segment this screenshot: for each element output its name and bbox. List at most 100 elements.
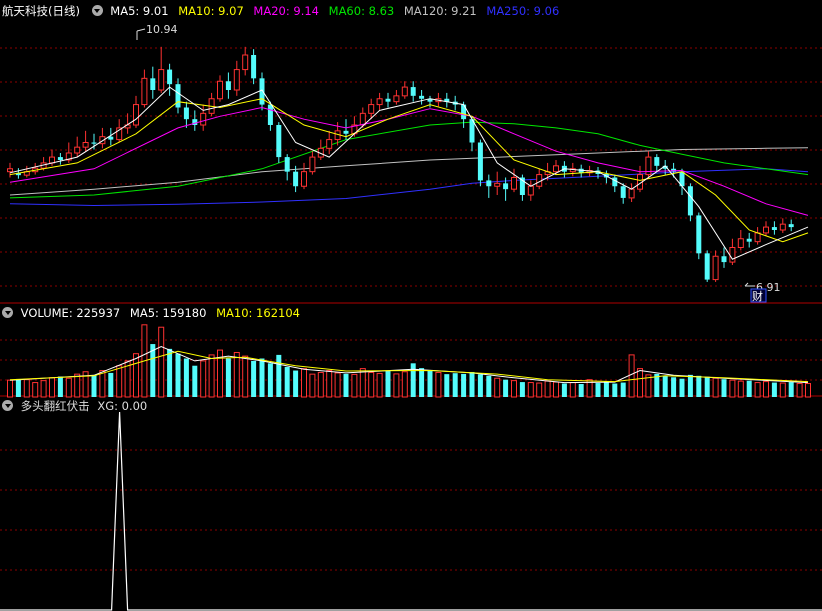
volume-bar-up <box>754 382 761 398</box>
candle-body-down <box>654 157 660 166</box>
volume-bar-down <box>167 348 173 397</box>
candle-body-up <box>49 156 55 164</box>
candle-body-up <box>309 156 316 173</box>
volume-bar-up <box>32 382 39 398</box>
candle-body-up <box>527 185 534 196</box>
volume-bar-down <box>696 375 702 397</box>
volume-bar-down <box>469 371 475 397</box>
candle-body-up <box>376 98 383 106</box>
volume-bar-down <box>293 370 299 397</box>
candle-body-down <box>150 78 156 90</box>
candle-body-up <box>74 146 81 154</box>
volume-bar-up <box>65 377 72 398</box>
candle-body-down <box>788 224 794 228</box>
volume-bar-down <box>192 365 198 397</box>
volume-bar-down <box>704 376 710 397</box>
volume-bar-down <box>452 373 458 397</box>
volume-bar-up <box>351 373 358 398</box>
volume-bar-down <box>519 382 525 397</box>
candle-body-down <box>721 256 727 263</box>
volume-bar-down <box>595 383 601 397</box>
candle-body-down <box>419 95 425 99</box>
volume-bar-up <box>729 379 736 398</box>
volume-bar-down <box>444 374 450 397</box>
candle-body-down <box>267 104 273 125</box>
candle-body-up <box>628 188 635 199</box>
volume-bar-down <box>486 375 492 397</box>
volume-bar-up <box>301 368 307 398</box>
volume-bar-up <box>494 377 501 398</box>
high-price-label: 10.94 <box>146 23 178 36</box>
candle-body-down <box>183 107 189 120</box>
volume-bar-down <box>679 378 685 397</box>
candle-body-up <box>133 104 139 126</box>
candle-body-down <box>276 125 282 158</box>
candle-body-down <box>704 253 710 280</box>
candle-body-down <box>771 227 777 230</box>
candle-body-down <box>259 78 265 105</box>
candle-body-down <box>477 142 483 181</box>
volume-bar-down <box>671 377 677 397</box>
volume-bar-down <box>721 379 727 397</box>
volume-bar-down <box>427 371 433 397</box>
candle-body-down <box>251 55 257 79</box>
candle-body-down <box>284 157 290 172</box>
volume-bar-up <box>763 381 769 398</box>
volume-bar-down <box>150 344 156 397</box>
candle-body-up <box>393 95 400 103</box>
volume-bar-up <box>133 353 139 398</box>
candle-body-down <box>57 157 63 160</box>
volume-bar-up <box>628 354 635 398</box>
volume-bar-down <box>662 375 668 397</box>
candle-body-up <box>7 168 13 173</box>
candle-body-up <box>82 142 89 148</box>
volume-bars <box>7 324 811 398</box>
volume-bar-down <box>620 382 626 397</box>
volume-bar-up <box>712 377 719 398</box>
volume-bar-up <box>242 355 249 398</box>
volume-bar-up <box>401 371 408 398</box>
volume-bar-down <box>578 384 584 397</box>
volume-bar-up <box>435 371 442 398</box>
volume-bar-down <box>385 371 391 397</box>
candle-body-up <box>494 182 501 187</box>
volume-bar-up <box>569 382 576 398</box>
candle-body-down <box>746 238 752 242</box>
volume-bar-up <box>553 381 559 398</box>
volume-bar-up <box>511 380 517 398</box>
candle-body-up <box>200 112 207 126</box>
finance-badge[interactable]: 财 <box>752 289 763 303</box>
volume-bar-down <box>259 358 265 397</box>
volume-bar-up <box>200 360 207 398</box>
indicator-line <box>0 411 822 611</box>
volume-bar-down <box>343 373 349 397</box>
kline-chart[interactable]: 10.94 6.91 财 <box>0 0 822 611</box>
volume-bar-up <box>309 373 316 398</box>
volume-bar-up <box>805 383 811 398</box>
volume-bar-up <box>116 365 123 398</box>
volume-bar-up <box>368 371 375 398</box>
volume-bar-up <box>359 368 366 398</box>
volume-bar-down <box>284 366 290 397</box>
volume-bar-down <box>108 372 114 397</box>
volume-bar-up <box>334 372 341 398</box>
volume-bar-down <box>57 376 63 397</box>
short-moving-average-lines <box>9 86 809 260</box>
volume-bar-up <box>527 382 534 398</box>
candle-body-down <box>486 180 492 187</box>
candle-body-down <box>620 186 626 198</box>
volume-bar-up <box>208 354 215 398</box>
volume-bar-down <box>175 353 181 397</box>
xg-signal-line <box>0 411 822 611</box>
candle-body-up <box>368 104 375 114</box>
volume-bar-up <box>317 371 324 398</box>
volume-bar-down <box>561 383 567 397</box>
volume-bar-up <box>393 373 400 398</box>
candle-body-up <box>242 54 249 71</box>
candle-body-up <box>233 69 240 91</box>
volume-bar-up <box>49 377 55 398</box>
volume-bar-down <box>687 374 693 397</box>
volume-bar-up <box>536 382 543 398</box>
volume-bar-down <box>603 381 609 397</box>
candle-body-down <box>91 142 97 144</box>
